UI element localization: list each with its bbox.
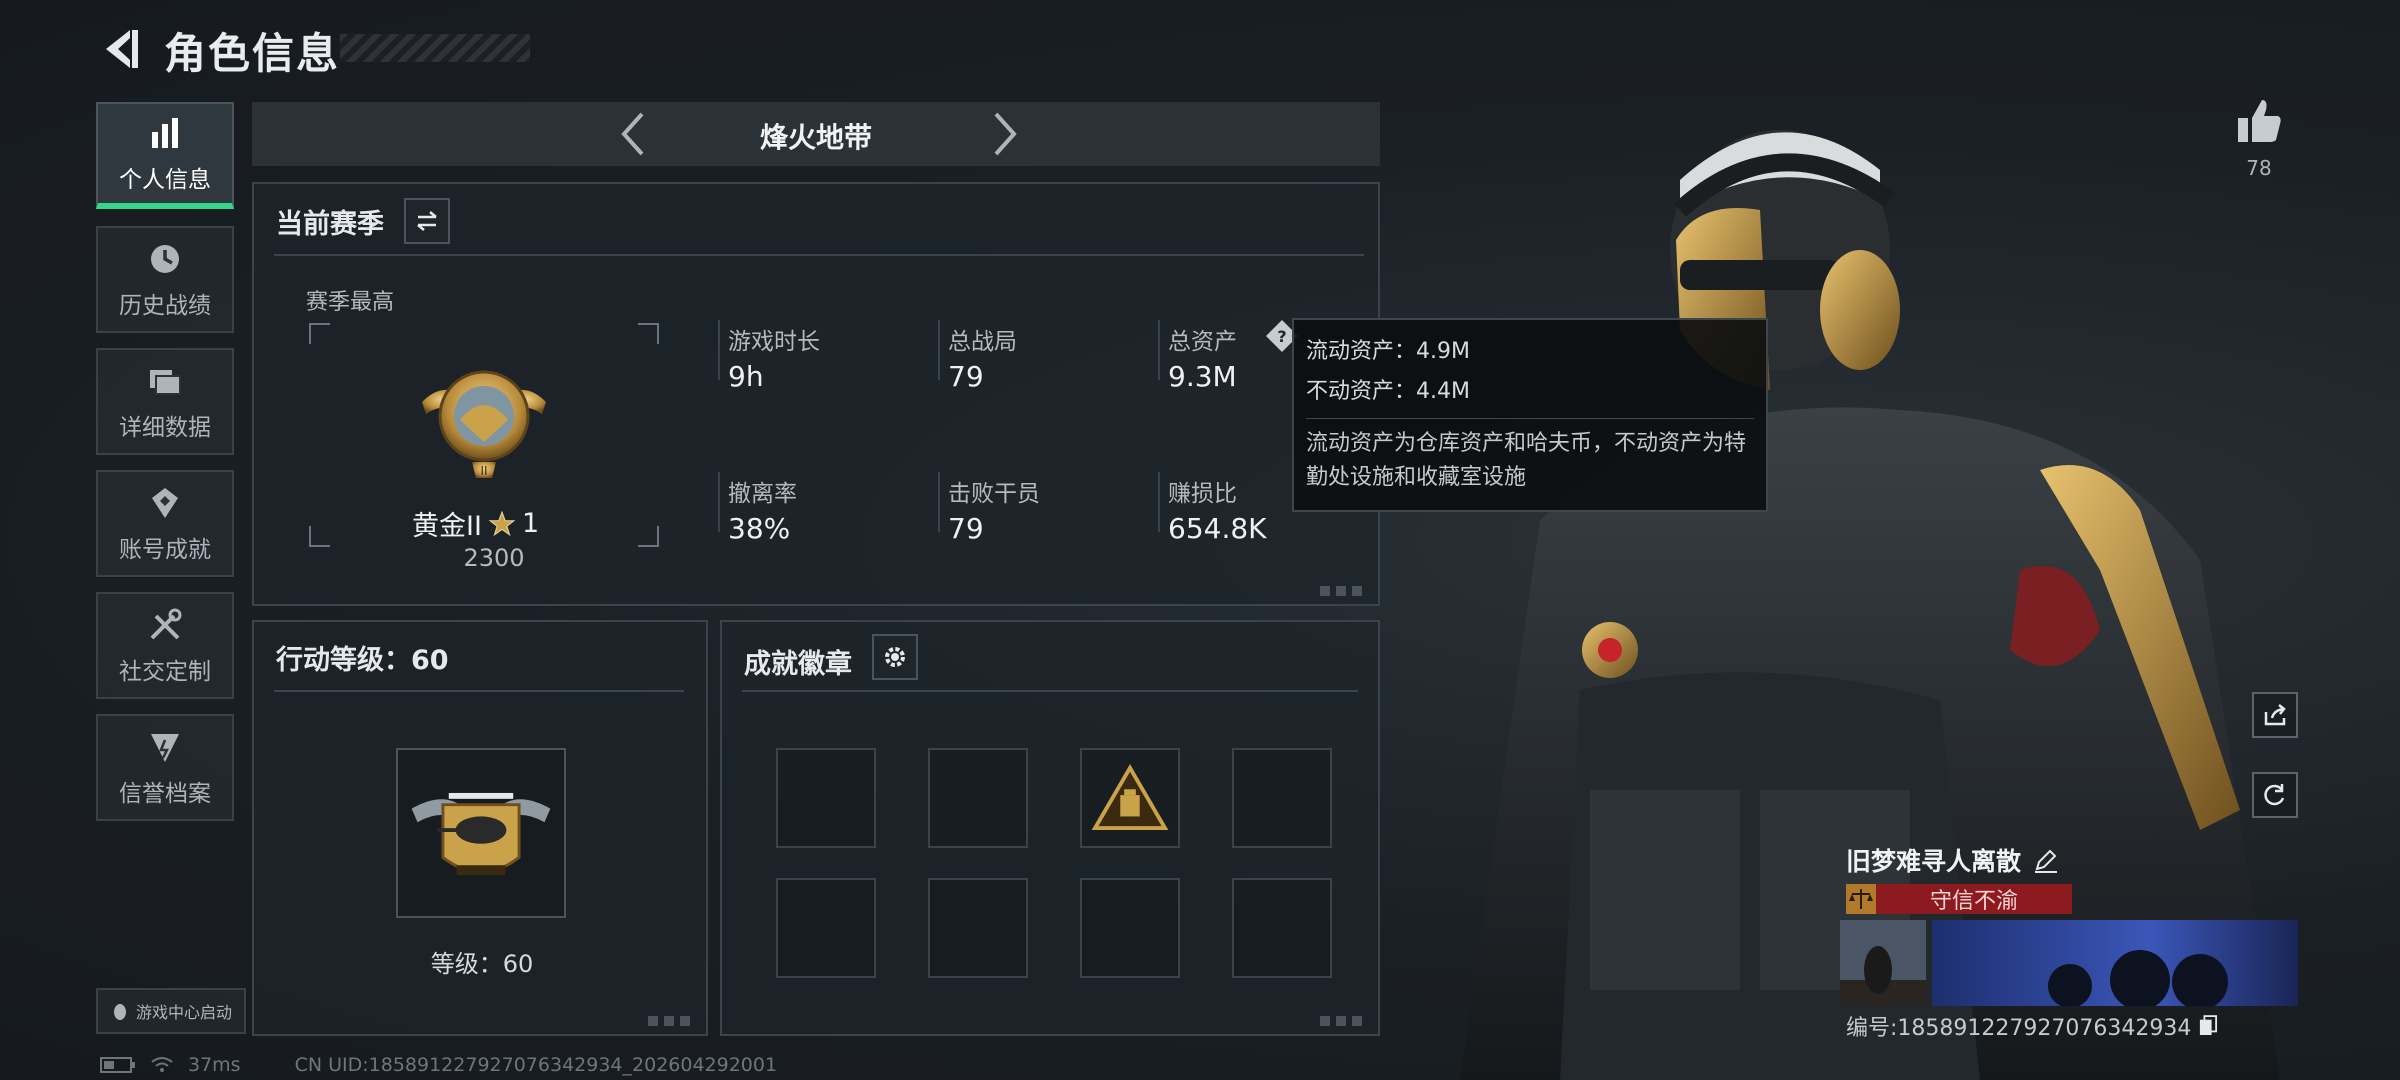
- page-title: 角色信息: [164, 29, 341, 78]
- sidebar-item-label: 个人信息: [119, 166, 211, 193]
- refresh-icon: [2264, 784, 2285, 806]
- copy-icon[interactable]: [2199, 1015, 2218, 1037]
- assets-tooltip: 流动资产：4.9M 不动资产：4.4M 流动资产为仓库资产和哈夫币，不动资产为特…: [1292, 318, 1768, 512]
- mode-selector: 烽火地带: [252, 102, 1380, 166]
- uid-text: CN UID:1858912279270763429​34_2026042920…: [294, 1054, 778, 1076]
- penguin-icon: [113, 1004, 126, 1020]
- action-level-emblem-frame: [396, 748, 566, 918]
- stat-label-extraction-rate: 撤离率: [728, 481, 797, 507]
- season-panel: 当前赛季 赛季最高 II 黄金II 1 2300 游戏时长 9h 总战局 79 …: [252, 182, 1380, 606]
- back-button[interactable]: [96, 22, 144, 76]
- game-center-launch-button[interactable]: 游戏中心启动: [96, 988, 246, 1034]
- player-card-banner[interactable]: [1840, 920, 2298, 1010]
- like-count: 78: [2246, 156, 2272, 180]
- achievement-icon: [152, 487, 178, 518]
- badge-slot[interactable]: [928, 878, 1028, 978]
- player-name: 旧梦难寻人离散: [1846, 847, 2022, 876]
- player-id: 编号:1858912279270763429​34: [1846, 1016, 2192, 1041]
- season-panel-title: 当前赛季: [276, 209, 384, 240]
- player-name-row: 旧梦难寻人离散: [1846, 842, 2059, 878]
- badge-slot[interactable]: [1080, 748, 1180, 848]
- rank-name-row: 黄金II 1: [412, 504, 539, 543]
- sidebar-item-label: 账号成就: [119, 536, 211, 563]
- edit-pencil-icon[interactable]: [2033, 847, 2059, 873]
- star-icon: [488, 510, 516, 536]
- badge-slot[interactable]: [928, 748, 1028, 848]
- stat-label-profit-loss-ratio: 赚损比: [1168, 481, 1237, 507]
- back-arrow-icon: [106, 30, 138, 68]
- swap-arrows-icon: [417, 211, 437, 231]
- tools-icon: [150, 608, 182, 639]
- gold-rank-emblem-icon: II: [422, 370, 546, 478]
- switch-season-button[interactable]: [404, 198, 450, 244]
- stat-value-extraction-rate: 38%: [728, 512, 791, 545]
- badges-settings-button[interactable]: [872, 634, 918, 680]
- rank-name: 黄金II: [412, 511, 482, 542]
- reputation-title-badge: 守信不渝: [1846, 884, 2072, 914]
- badge-slot[interactable]: [1080, 878, 1180, 978]
- stat-label-playtime: 游戏时长: [728, 329, 820, 355]
- wifi-icon: [151, 1057, 173, 1072]
- badge-slot[interactable]: [776, 748, 876, 848]
- stat-value-operators-defeated: 79: [948, 512, 984, 545]
- rank-stars: 1: [521, 508, 540, 539]
- stat-value-total-assets: 9.3M: [1168, 360, 1237, 393]
- stat-label-total-assets: 总资产: [1168, 329, 1237, 355]
- share-icon: [2264, 704, 2286, 726]
- battery-icon: [100, 1057, 135, 1073]
- stat-value-profit-loss-ratio: 654.8K: [1168, 512, 1267, 545]
- stat-label-total-matches: 总战局: [948, 329, 1017, 355]
- mode-name: 烽火地带: [759, 121, 872, 154]
- tooltip-fixed-assets: 不动资产：4.4M: [1306, 379, 1470, 404]
- game-center-label: 游戏中心启动: [135, 1003, 232, 1022]
- ping-text: 37ms: [188, 1054, 241, 1076]
- player-id-row: 编号:1858912279270763429​34: [1846, 1010, 2218, 1042]
- badge-slot[interactable]: [1232, 878, 1332, 978]
- sidebar-item-reputation[interactable]: 信誉档案: [96, 714, 234, 821]
- sidebar-item-label: 历史战绩: [119, 292, 211, 319]
- title-decoration: [340, 34, 530, 62]
- thumbs-up-icon: [2238, 100, 2281, 142]
- action-level-title: 行动等级：60: [276, 645, 449, 676]
- stat-value-playtime: 9h: [728, 360, 764, 393]
- svg-text:II: II: [480, 464, 487, 478]
- sidebar-item-label: 详细数据: [119, 414, 211, 441]
- sidebar-item-social-custom[interactable]: 社交定制: [96, 592, 234, 699]
- like-button[interactable]: 78: [2226, 96, 2292, 180]
- sidebar-item-detailed-data[interactable]: 详细数据: [96, 348, 234, 455]
- action-level-panel: 行动等级：60 等级：60: [252, 620, 708, 1036]
- badge-slot[interactable]: [776, 878, 876, 978]
- sidebar-item-label: 社交定制: [119, 658, 211, 685]
- clock-history-icon: [151, 244, 179, 273]
- triangle-supply-badge-icon: [1091, 764, 1169, 831]
- rotate-view-button[interactable]: [2252, 772, 2298, 818]
- next-mode-chevron-icon[interactable]: [982, 110, 1026, 158]
- tooltip-description: 流动资产为仓库资产和哈夫币，不动资产为特勤处设施和收藏室设施: [1306, 431, 1747, 490]
- helicopter-emblem-icon: [411, 792, 551, 875]
- sidebar-item-label: 信誉档案: [119, 780, 211, 807]
- stat-value-total-matches: 79: [948, 360, 984, 393]
- scales-icon: [1846, 884, 1876, 914]
- reputation-icon: [151, 733, 179, 762]
- share-button[interactable]: [2252, 692, 2298, 738]
- stat-label-operators-defeated: 击败干员: [948, 481, 1040, 507]
- svg-text:?: ?: [1277, 327, 1286, 346]
- sidebar-item-history[interactable]: 历史战绩: [96, 226, 234, 333]
- folders-icon: [150, 369, 181, 395]
- sidebar-item-personal-info[interactable]: 个人信息: [96, 102, 234, 209]
- status-bar: 37ms CN UID:1858912279270763429​34_20260…: [100, 1054, 777, 1076]
- season-best-label: 赛季最高: [306, 290, 395, 315]
- badges-title: 成就徽章: [744, 649, 852, 680]
- bar-chart-icon: [152, 117, 178, 148]
- achievement-badges-panel: 成就徽章: [720, 620, 1380, 1036]
- tooltip-liquid-assets: 流动资产：4.9M: [1306, 339, 1470, 364]
- rank-points: 2300: [463, 544, 525, 572]
- action-level-text: 等级：60: [430, 950, 534, 978]
- gear-icon: [885, 647, 905, 667]
- badge-slot[interactable]: [1232, 748, 1332, 848]
- reputation-title: 守信不渝: [1929, 889, 2018, 914]
- sidebar-item-achievements[interactable]: 账号成就: [96, 470, 234, 577]
- banner-image: [1840, 920, 2298, 1010]
